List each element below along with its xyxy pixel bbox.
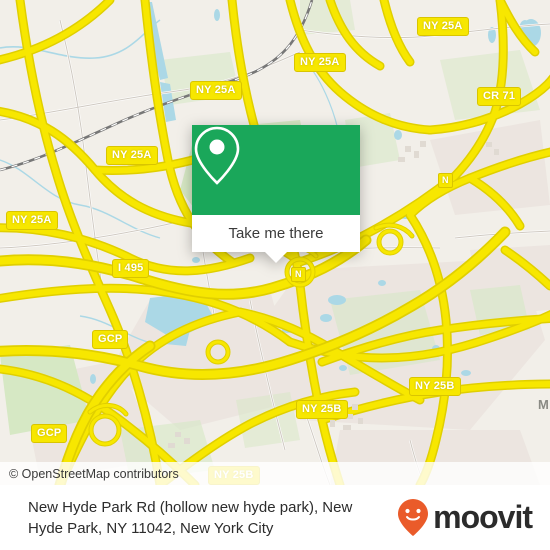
route-shield: CR 71 [477,87,522,106]
take-me-there-button[interactable]: Take me there [192,215,360,252]
map-attribution[interactable]: © OpenStreetMap contributors [0,462,550,485]
route-shield: NY 25A [106,146,158,165]
map-edge-label: M [538,397,549,412]
location-popup[interactable]: Take me there [192,125,360,263]
moovit-wordmark: moovit [433,499,533,535]
route-shield: NY 25B [296,400,348,419]
popup-pointer-tail [265,252,287,263]
screenshot-root: NY 25A NY 25A NY 25A CR 71 NY 25A NY 25A… [0,0,550,550]
map-canvas[interactable]: NY 25A NY 25A NY 25A CR 71 NY 25A NY 25A… [0,0,550,485]
route-shield: NY 25B [409,377,461,396]
route-shield: GCP [92,330,129,349]
route-shield: NY 25A [190,81,242,100]
attribution-text: © OpenStreetMap contributors [9,466,179,481]
footer-bar: New Hyde Park Rd (hollow new hyde park),… [0,485,550,550]
take-me-there-label: Take me there [228,225,324,242]
route-shield: NY 25A [6,211,58,230]
place-address: New Hyde Park Rd (hollow new hyde park),… [0,497,396,539]
route-shield: GCP [31,424,68,443]
place-address-line2: Hyde Park, NY 11042, New York City [28,519,274,537]
map-pin-icon [194,126,240,185]
route-shield: NY 25A [294,53,346,72]
popup-image [192,125,360,215]
place-address-line1: New Hyde Park Rd (hollow new hyde park),… [28,498,353,516]
node-marker: N [438,173,453,188]
route-shield: NY 25A [417,17,469,36]
moovit-logo[interactable]: moovit [396,498,550,538]
node-marker: N [291,267,306,282]
route-shield: I 495 [112,259,150,278]
moovit-smiley-pin-icon [398,498,429,536]
